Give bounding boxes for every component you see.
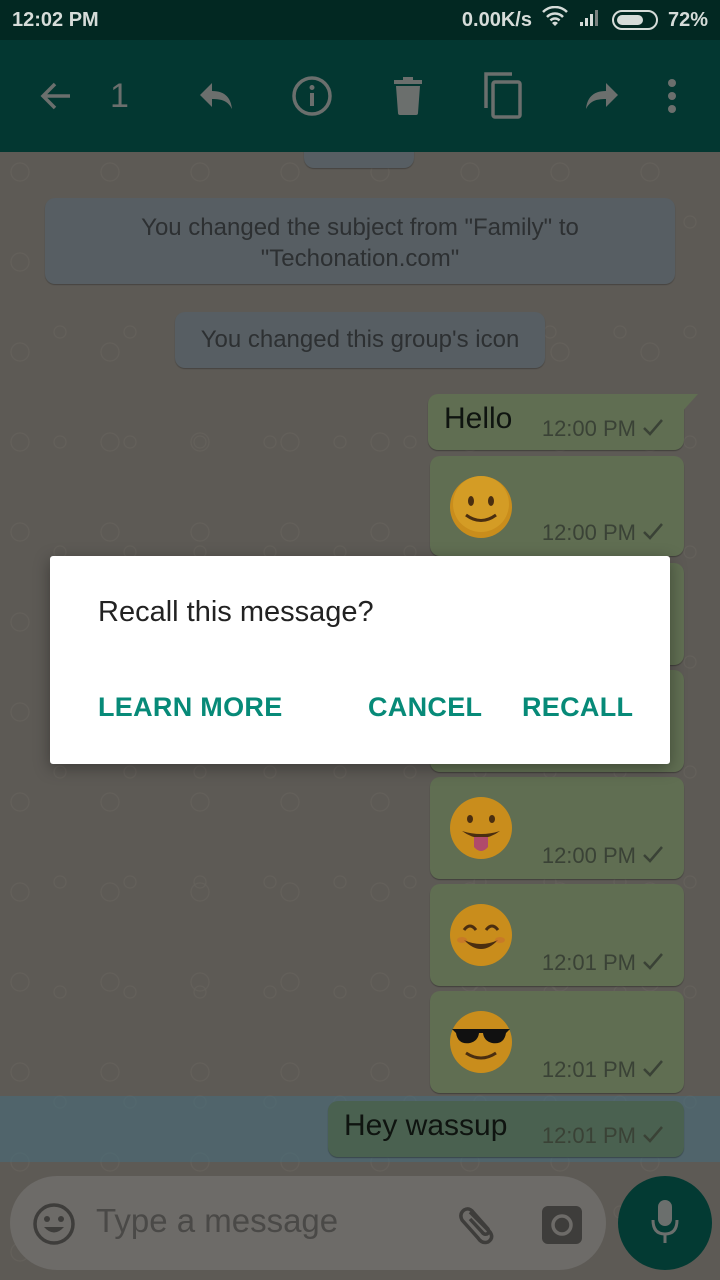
message-bubble[interactable]: Hello 12:00 PM (428, 394, 684, 450)
signal-icon (578, 7, 602, 33)
sent-check-icon (642, 520, 664, 546)
slightly-smiling-face-emoji (450, 476, 512, 538)
copy-icon[interactable] (480, 40, 526, 152)
more-vert-icon[interactable] (660, 40, 684, 152)
info-icon[interactable] (290, 40, 334, 152)
network-speed: 0.00K/s (461, 8, 532, 31)
wifi-icon (542, 5, 568, 34)
dialog-title: Recall this message? (98, 596, 374, 628)
message-bubble[interactable]: 12:00 PM (430, 456, 684, 556)
smiling-face-with-smiling-eyes-emoji (450, 904, 512, 966)
attach-icon[interactable] (456, 1202, 500, 1251)
message-bubble[interactable]: 12:00 PM (430, 777, 684, 879)
battery-percent: 72% (667, 8, 708, 31)
bubble-tail (680, 394, 698, 414)
sent-check-icon (642, 843, 664, 869)
smiling-face-with-sunglasses-emoji (450, 1011, 512, 1073)
camera-icon[interactable] (540, 1202, 584, 1251)
selected-count: 1 (110, 76, 129, 115)
message-time: 12:00 PM (541, 416, 636, 441)
voice-record-button[interactable] (618, 1176, 712, 1270)
message-time: 12:00 PM (541, 843, 636, 868)
message-meta: 12:01 PM (542, 1057, 664, 1083)
message-meta: 12:00 PM (542, 416, 664, 442)
message-time: 12:01 PM (541, 1057, 636, 1082)
status-bar: 12:02 PM 0.00K/s 72% (0, 0, 720, 40)
system-message: You changed this group's icon (175, 312, 545, 368)
emoji-icon[interactable] (32, 1202, 76, 1251)
system-message: You changed the subject from "Family" to… (45, 198, 675, 284)
message-time: 12:01 PM (541, 1123, 636, 1148)
message-bubble[interactable]: 12:01 PM (430, 991, 684, 1093)
reply-icon[interactable] (196, 40, 236, 152)
message-meta: 12:01 PM (542, 950, 664, 976)
system-message-partial (304, 152, 414, 168)
message-bubble[interactable]: 12:01 PM (430, 884, 684, 986)
message-meta: 12:01 PM (542, 1123, 664, 1149)
message-bubble-selected[interactable]: Hey wassup 12:01 PM (328, 1101, 684, 1157)
status-time: 12:02 PM (12, 8, 99, 31)
forward-icon[interactable] (582, 40, 622, 152)
delete-icon[interactable] (390, 40, 426, 152)
message-meta: 12:00 PM (542, 520, 664, 546)
learn-more-button[interactable]: LEARN MORE (98, 692, 283, 723)
back-arrow-icon[interactable] (36, 40, 76, 152)
message-text: Hey wassup (344, 1109, 508, 1142)
message-meta: 12:00 PM (542, 843, 664, 869)
cancel-button[interactable]: CANCEL (368, 692, 482, 723)
selection-toolbar: 1 (0, 40, 720, 152)
message-composer[interactable]: Type a message (10, 1176, 606, 1270)
face-with-tongue-emoji (450, 797, 512, 859)
sent-check-icon (642, 1057, 664, 1083)
sent-check-icon (642, 416, 664, 442)
battery-fill (616, 15, 643, 25)
message-input[interactable]: Type a message (96, 1202, 338, 1240)
message-text: Hello (444, 402, 513, 435)
sent-check-icon (642, 950, 664, 976)
recall-button[interactable]: RECALL (522, 692, 633, 723)
mic-icon (650, 1198, 680, 1249)
recall-dialog: Recall this message? LEARN MORE CANCEL R… (50, 556, 670, 764)
sent-check-icon (642, 1123, 664, 1149)
message-time: 12:01 PM (541, 950, 636, 975)
message-time: 12:00 PM (541, 520, 636, 545)
battery-icon (611, 10, 658, 30)
